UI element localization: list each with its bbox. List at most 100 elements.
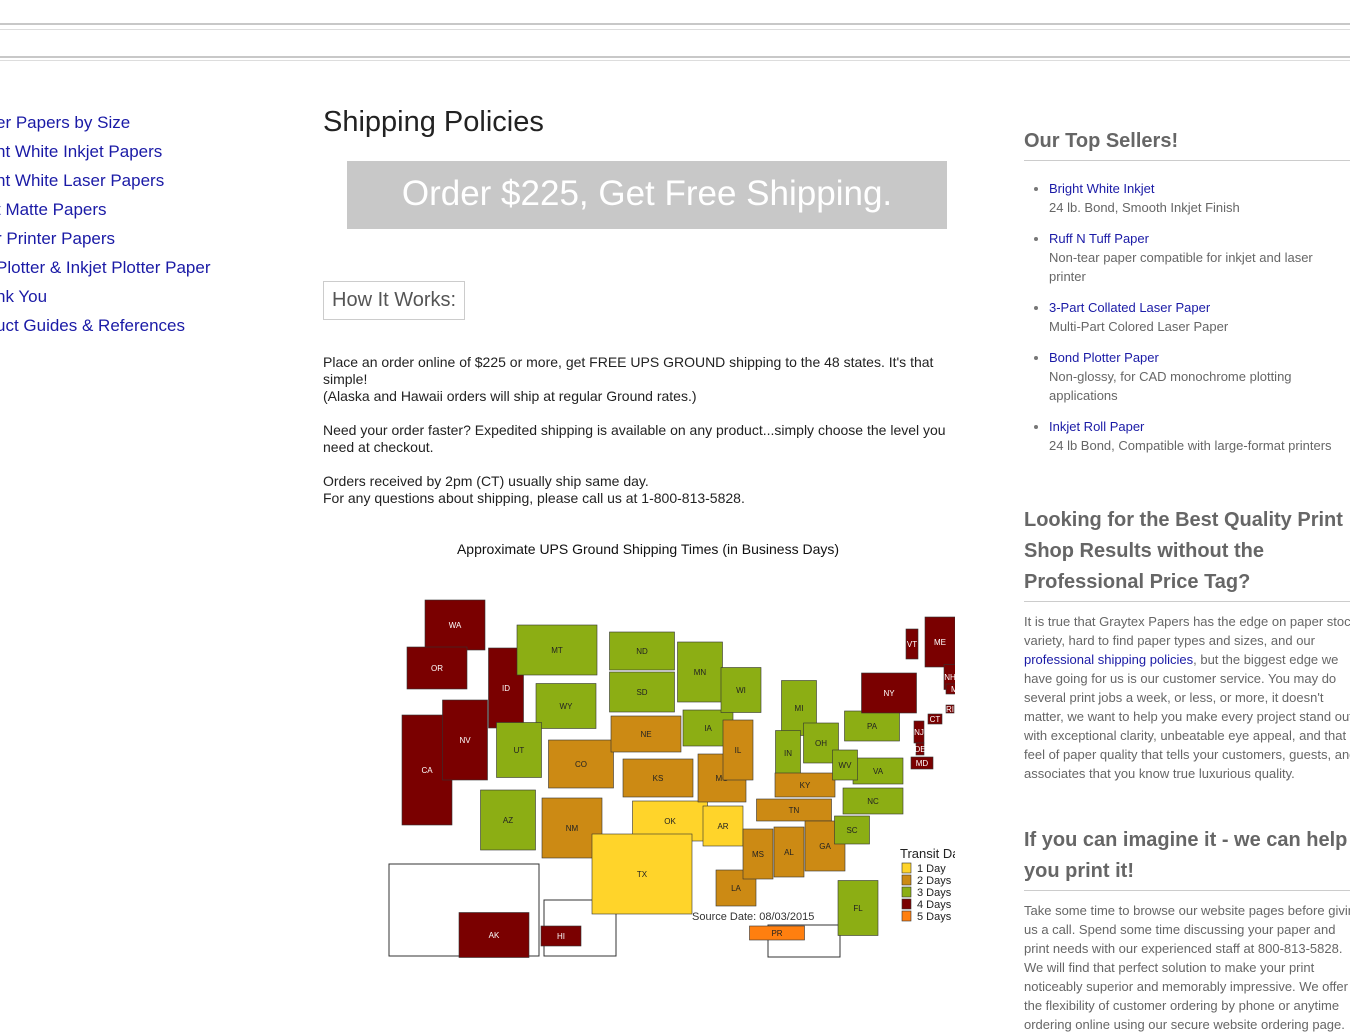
state-label: FL <box>853 904 863 913</box>
ups-transit-map: WAORCANVIDMTWYUTCOAZNMNDSDNEKSOKTXMNIAMO… <box>388 599 955 958</box>
list-item: 3-Part Collated Laser Paper Multi-Part Co… <box>1049 298 1350 336</box>
product-desc: Multi-Part Colored Laser Paper <box>1049 319 1229 334</box>
state-label: NJ <box>914 728 924 737</box>
quality-heading: Looking for the Best Quality Print Shop … <box>1024 505 1350 602</box>
legend-title: Transit Days <box>900 846 955 861</box>
free-shipping-banner: Order $225, Get Free Shipping. <box>347 161 947 229</box>
legend-label: 3 Days <box>917 887 952 899</box>
nav-link-printer-papers[interactable]: r Printer Papers <box>0 224 211 253</box>
legend-swatch <box>901 874 912 886</box>
product-link[interactable]: Ruff N Tuff Paper <box>1049 229 1350 248</box>
right-sidebar: Our Top Sellers! Bright White Inkjet 24 l… <box>1024 126 1350 1034</box>
state-label: TX <box>637 870 648 879</box>
product-link[interactable]: Inkjet Roll Paper <box>1049 417 1350 436</box>
state-label: LA <box>731 884 741 893</box>
state-label: NV <box>459 736 471 745</box>
imagine-heading: If you can imagine it - we can help you … <box>1024 825 1350 891</box>
legend-label: 5 Days <box>917 911 952 923</box>
top-sellers-list: Bright White Inkjet 24 lb. Bond, Smooth I… <box>1024 179 1350 455</box>
text-line: (Alaska and Hawaii orders will ship at r… <box>323 388 697 404</box>
map-title: Approximate UPS Ground Shipping Times (i… <box>456 541 840 557</box>
text: , but the biggest edge we have going for… <box>1024 652 1350 781</box>
state-label: WY <box>560 702 574 711</box>
legend-swatch <box>901 910 912 922</box>
product-link[interactable]: Bond Plotter Paper <box>1049 348 1350 367</box>
nav-link-white-inkjet[interactable]: nt White Inkjet Papers <box>0 137 211 166</box>
state-label: NE <box>640 730 651 739</box>
state-label: GA <box>819 842 831 851</box>
state-label: NC <box>867 797 879 806</box>
state-label: WV <box>839 761 853 770</box>
state-label: OK <box>664 817 676 826</box>
sidebar-nav: er Papers by Size nt White Inkjet Papers… <box>0 108 211 340</box>
state-label: VA <box>873 767 884 776</box>
nav-link-matte[interactable]: t Matte Papers <box>0 195 211 224</box>
state-label: MA <box>951 685 955 694</box>
state-label: NH <box>944 673 955 682</box>
text-line: For any questions about shipping, please… <box>323 490 745 506</box>
how-it-works-heading: How It Works: <box>323 281 466 320</box>
state-label: CT <box>930 715 941 724</box>
nav-link-guides[interactable]: uct Guides & References <box>0 311 211 340</box>
state-label: MD <box>916 759 929 768</box>
state-label: IN <box>784 749 792 758</box>
product-link[interactable]: Bright White Inkjet <box>1049 179 1350 198</box>
product-desc: 24 lb Bond, Compatible with large-format… <box>1049 438 1332 453</box>
header-rule-bottom2 <box>0 60 1350 61</box>
product-desc: 24 lb. Bond, Smooth Inkjet Finish <box>1049 200 1240 215</box>
text-line: Place an order online of $225 or more, g… <box>323 354 934 387</box>
state-label: MN <box>694 668 707 677</box>
nav-link-papers-by-size[interactable]: er Papers by Size <box>0 108 211 137</box>
paragraph-expedited: Need your order faster? Expedited shippi… <box>323 422 946 455</box>
state-label: MI <box>795 704 804 713</box>
page-title: Shipping Policies <box>323 106 544 138</box>
state-label: PR <box>771 929 782 938</box>
header-rule-bottom <box>0 56 1350 58</box>
state-label: VT <box>907 640 917 649</box>
imagine-paragraph: Take some time to browse our website pag… <box>1024 903 1350 1032</box>
list-item: Inkjet Roll Paper 24 lb Bond, Compatible … <box>1049 417 1350 455</box>
paragraph-free-shipping: Place an order online of $225 or more, g… <box>323 354 973 405</box>
product-link[interactable]: 3-Part Collated Laser Paper <box>1049 298 1350 317</box>
state-label: OR <box>431 664 443 673</box>
state-label: IA <box>704 724 712 733</box>
state-label: MS <box>752 850 764 859</box>
state-label: SC <box>846 826 857 835</box>
legend-swatch <box>901 886 912 898</box>
state-label: ID <box>502 684 510 693</box>
state-label: PA <box>867 722 878 731</box>
header-rule-top <box>0 23 1350 25</box>
state-label: OH <box>815 739 827 748</box>
legend-swatch <box>901 862 912 874</box>
state-label: KS <box>653 774 664 783</box>
nav-link-thank-you[interactable]: nk You <box>0 282 211 311</box>
shipping-policies-link[interactable]: professional shipping policies <box>1024 652 1193 667</box>
top-sellers-heading: Our Top Sellers! <box>1024 126 1350 161</box>
list-item: Bright White Inkjet 24 lb. Bond, Smooth I… <box>1049 179 1350 217</box>
state-label: AL <box>784 848 794 857</box>
product-desc: Non-glossy, for CAD monochrome plotting … <box>1049 369 1292 403</box>
state-label: MT <box>551 646 563 655</box>
nav-link-white-laser[interactable]: nt White Laser Papers <box>0 166 211 195</box>
state-label: AZ <box>503 816 513 825</box>
text-line: Orders received by 2pm (CT) usually ship… <box>323 473 649 489</box>
legend-swatch <box>901 898 912 910</box>
state-label: DE <box>914 745 925 754</box>
state-label: NM <box>566 824 579 833</box>
nav-link-plotter[interactable]: Plotter & Inkjet Plotter Paper <box>0 253 211 282</box>
map-source-date: Source Date: 08/03/2015 <box>692 911 814 923</box>
state-label: AK <box>489 931 500 940</box>
state-label: TN <box>789 806 800 815</box>
header-rule-mid <box>0 29 1350 30</box>
state-label: WI <box>736 686 746 695</box>
state-label: CO <box>575 760 587 769</box>
legend-label: 2 Days <box>917 875 952 887</box>
main-content: Shipping Policies Order $225, Get Free S… <box>323 100 973 557</box>
legend-label: 1 Day <box>917 863 946 875</box>
state-label: HI <box>557 932 565 941</box>
state-label: CA <box>421 766 433 775</box>
text: It is true that Graytex Papers has the e… <box>1024 614 1350 648</box>
state-label: KY <box>800 781 811 790</box>
legend-label: 4 Days <box>917 899 952 911</box>
state-label: AR <box>717 822 728 831</box>
